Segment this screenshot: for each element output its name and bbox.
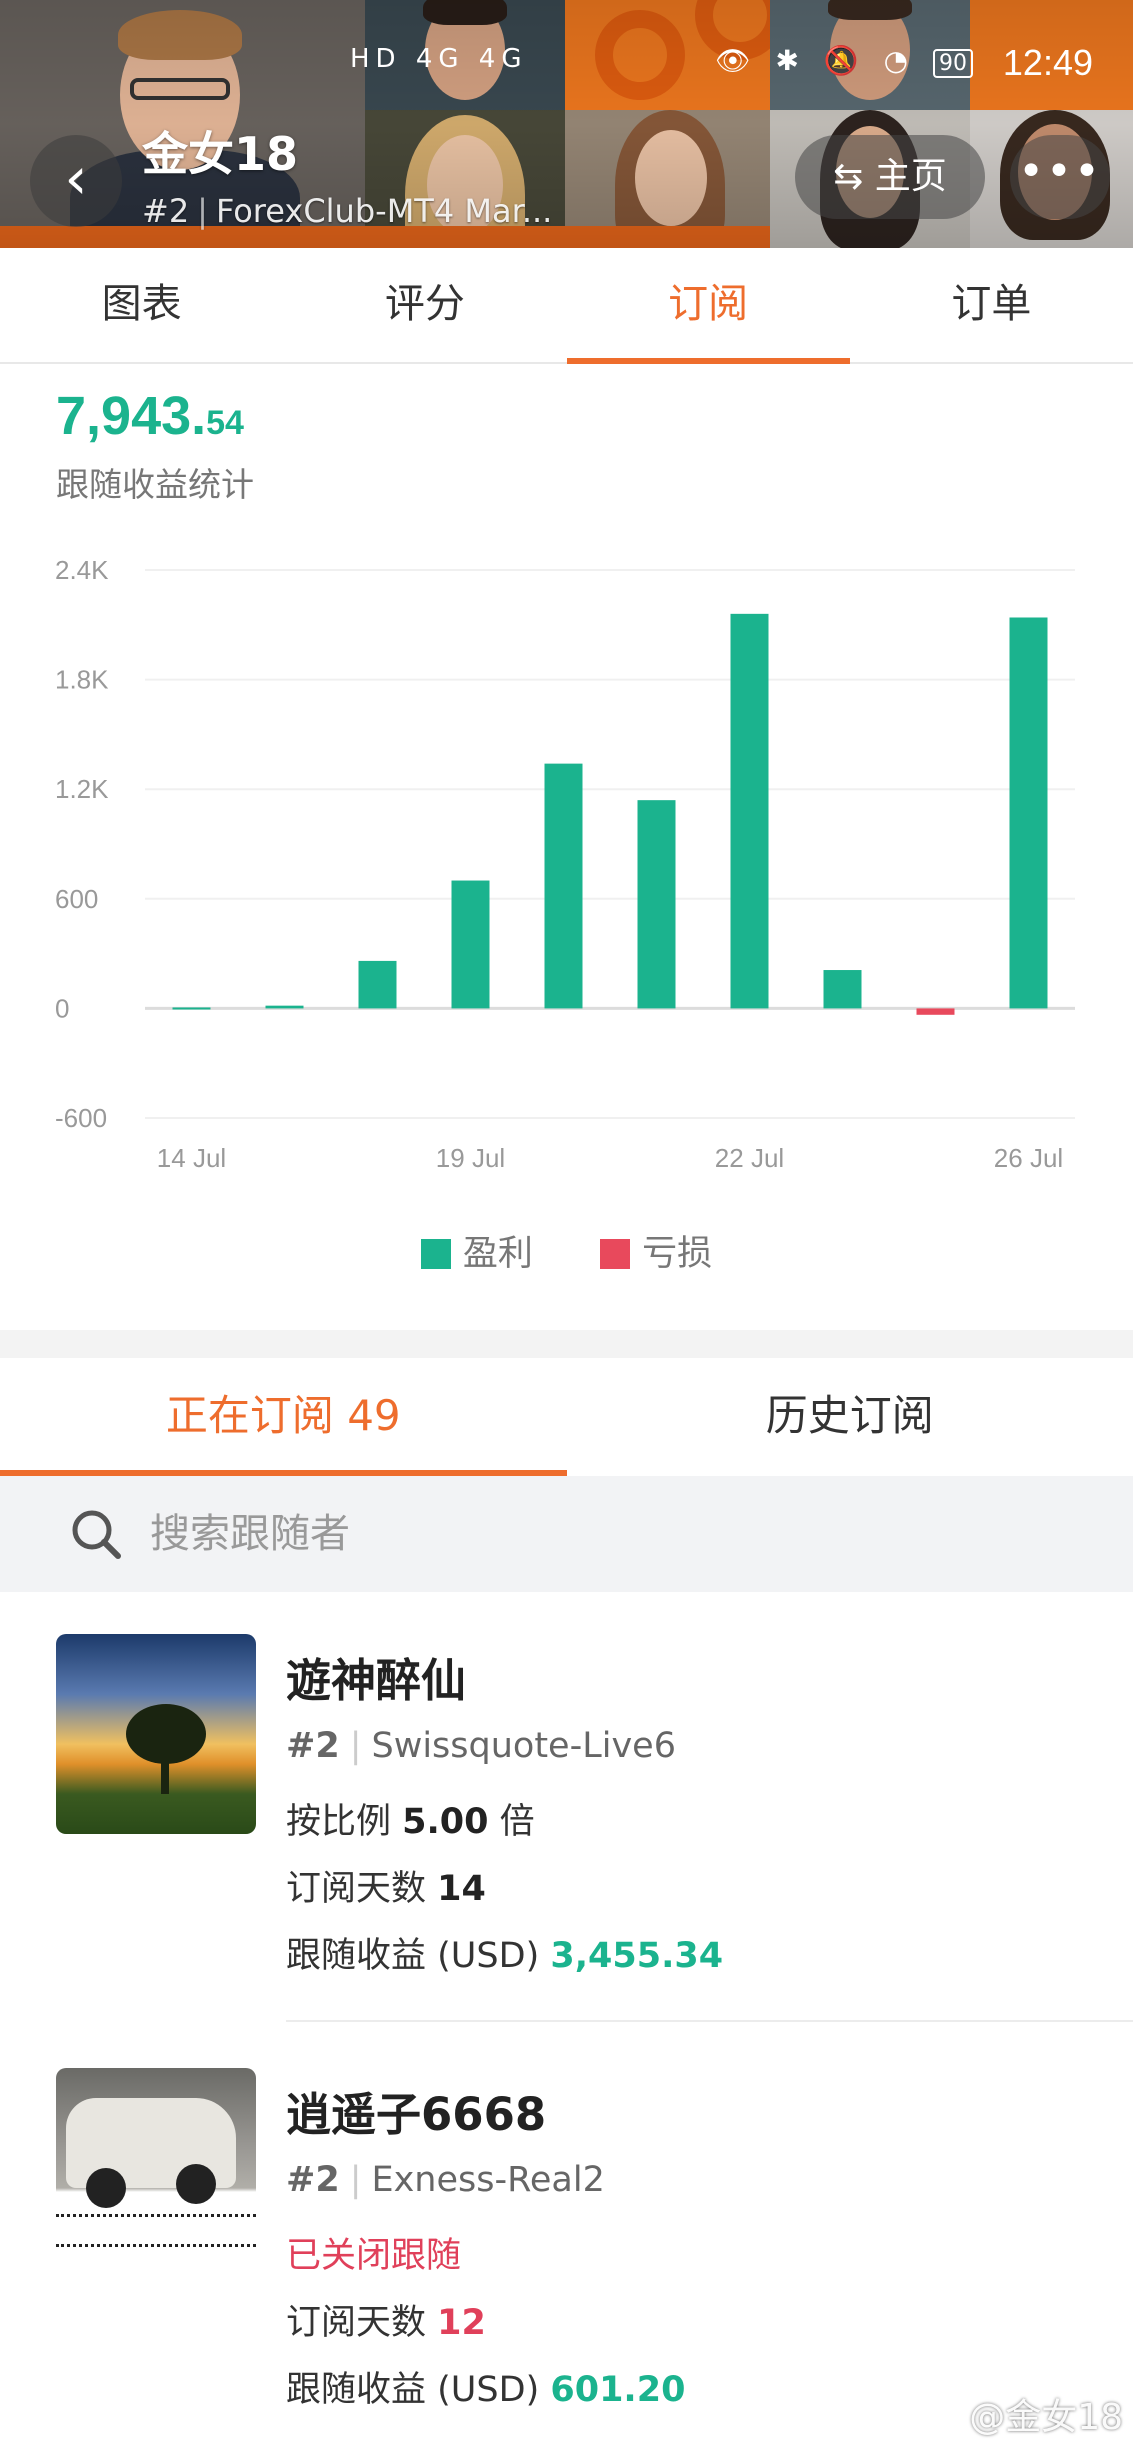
tab-history-subscriptions[interactable]: 历史订阅 <box>567 1358 1133 1476</box>
bar-profit[interactable] <box>823 970 862 1009</box>
bar-loss[interactable] <box>916 1008 955 1015</box>
watermark: @金女18 <box>969 2397 1123 2438</box>
profit-label: 跟随收益 (USD) <box>286 2370 540 2410</box>
follower-server-name: Swissquote-Live6 <box>371 1726 676 1766</box>
search-icon <box>72 1510 121 1559</box>
follower-ratio: 按比例 5.00 倍 <box>286 1793 535 1844</box>
legend-swatch-profit <box>420 1239 451 1269</box>
swap-arrows-icon: ⇆ <box>833 156 875 197</box>
x-tick-label: 22 Jul <box>715 1143 784 1173</box>
follower-days: 订阅天数 14 <box>286 1860 486 1911</box>
status-bar: HD 4G 4G 👁 ✱ 🔕 ◔ 90 12:49 <box>350 38 1093 88</box>
follower-server: #2 | Exness-Real2 <box>286 2160 605 2200</box>
section-divider <box>0 1330 1133 1358</box>
follower-rank: #2 <box>286 2160 340 2200</box>
follower-status: 已关闭跟随 <box>286 2236 462 2276</box>
days-label: 订阅天数 <box>286 1869 427 1909</box>
y-tick-label: -600 <box>55 1103 107 1133</box>
legend-item-profit: 盈利 <box>420 1225 533 1276</box>
y-tick-label: 0 <box>55 993 69 1023</box>
avatar <box>56 1634 256 1834</box>
list-divider <box>286 2020 1133 2022</box>
tab-chart[interactable]: 图表 <box>0 248 283 362</box>
avatar <box>56 2068 256 2268</box>
profit-value: 601.20 <box>550 2370 686 2410</box>
bar-profit[interactable] <box>265 1005 304 1009</box>
follower-days: 订阅天数 12 <box>286 2294 486 2345</box>
follower-name: 逍遥子6668 <box>286 2088 547 2141</box>
legend-label-loss: 亏损 <box>642 1234 713 1274</box>
bar-profit[interactable] <box>1009 617 1048 1009</box>
legend-swatch-loss <box>600 1239 631 1269</box>
x-tick-label: 14 Jul <box>157 1143 226 1173</box>
follow-profit-label: 跟随收益统计 <box>56 465 254 504</box>
more-button[interactable]: ••• <box>1010 135 1110 219</box>
ratio-value: 5.00 <box>402 1802 489 1842</box>
profile-header: HD 4G 4G 👁 ✱ 🔕 ◔ 90 12:49 ‹ 金女18 #2 | Fore… <box>0 0 1133 248</box>
bar-profit[interactable] <box>172 1007 211 1010</box>
days-label: 订阅天数 <box>286 2303 427 2343</box>
list-item[interactable]: 逍遥子6668 #2 | Exness-Real2 已关闭跟随 订阅天数 12 跟随… <box>0 2026 1133 2453</box>
legend-label-profit: 盈利 <box>462 1234 533 1274</box>
back-button[interactable]: ‹ <box>30 135 122 227</box>
subscription-tabs: 正在订阅 49 历史订阅 <box>0 1358 1133 1476</box>
follower-name: 遊神醉仙 <box>286 1654 467 1707</box>
follow-profit-total-dec: 54 <box>206 404 244 442</box>
provider-rank: #2 <box>142 192 190 230</box>
signal-icon: HD 4G 4G <box>350 44 528 74</box>
status-icons: 👁 ✱ 🔕 ◔ 90 <box>715 44 973 78</box>
bar-profit[interactable] <box>358 960 397 1009</box>
tab-subscriptions[interactable]: 订阅 <box>566 248 851 364</box>
more-icon: ••• <box>1018 146 1102 197</box>
follower-rank: #2 <box>286 1726 340 1766</box>
follower-profit: 跟随收益 (USD) 3,455.34 <box>286 1927 723 1978</box>
days-value: 12 <box>437 2303 486 2343</box>
list-item[interactable]: 遊神醉仙 #2 | Swissquote-Live6 按比例 5.00 倍 订阅天数… <box>0 1592 1133 2022</box>
y-tick-label: 2.4K <box>55 555 109 585</box>
follow-profit-total: 7,943.54 <box>56 385 244 447</box>
home-button-label: 主页 <box>874 156 947 197</box>
profit-bar-chart: 2.4K 1.8K 1.2K 600 0 -600 14 Jul 19 Jul 22 Jul 26… <box>55 555 1075 1173</box>
x-tick-label: 19 Jul <box>436 1143 505 1173</box>
status-time: 12:49 <box>1002 42 1093 83</box>
bar-profit[interactable] <box>730 613 769 1009</box>
main-tabs: 图表 评分 订阅 订单 <box>0 248 1133 364</box>
follow-profit-total-int: 7,943. <box>56 386 207 446</box>
provider-server-name: ForexClub-MT4 Mar... <box>215 192 553 230</box>
follower-server: #2 | Swissquote-Live6 <box>286 1726 676 1766</box>
days-value: 14 <box>437 1869 486 1909</box>
follower-profit: 跟随收益 (USD) 601.20 <box>286 2361 685 2412</box>
tab-orders[interactable]: 订单 <box>850 248 1133 362</box>
y-tick-label: 1.8K <box>55 665 109 695</box>
ratio-label: 按比例 <box>286 1802 392 1842</box>
profit-label: 跟随收益 (USD) <box>286 1936 540 1976</box>
provider-server: #2 | ForexClub-MT4 Mar... <box>142 192 553 230</box>
legend-item-loss: 亏损 <box>600 1225 712 1276</box>
follower-server-name: Exness-Real2 <box>371 2160 605 2200</box>
search-input[interactable] <box>150 1502 1050 1566</box>
home-button[interactable]: ⇆ 主页 <box>795 135 985 219</box>
x-tick-label: 26 Jul <box>994 1143 1063 1173</box>
y-tick-label: 1.2K <box>55 774 109 804</box>
provider-name: 金女18 <box>142 127 299 181</box>
ratio-unit: 倍 <box>499 1802 535 1842</box>
chevron-left-icon: ‹ <box>64 144 88 212</box>
chart-legend: 盈利 亏损 <box>0 1225 1133 1276</box>
tab-current-subscriptions[interactable]: 正在订阅 49 <box>0 1358 567 1476</box>
profit-value: 3,455.34 <box>550 1936 724 1976</box>
tab-rating[interactable]: 评分 <box>283 248 566 362</box>
bar-profit[interactable] <box>637 800 676 1009</box>
search-bar <box>0 1476 1133 1592</box>
y-tick-label: 600 <box>55 884 98 914</box>
bar-profit[interactable] <box>451 880 490 1009</box>
bar-profit[interactable] <box>544 763 583 1009</box>
battery-icon: 90 <box>933 49 973 78</box>
